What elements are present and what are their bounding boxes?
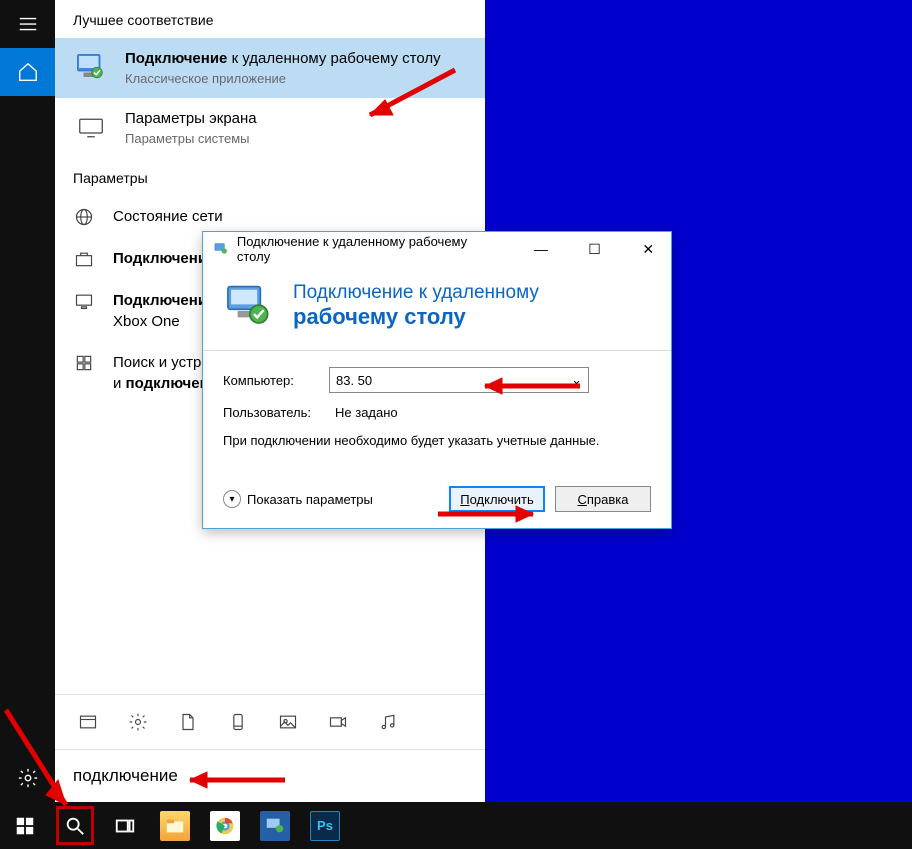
search-result-rdp[interactable]: Подключение к удаленному рабочему столу …	[55, 38, 485, 98]
show-parameters-toggle[interactable]: ▾ Показать параметры	[223, 490, 373, 508]
search-result-display-settings[interactable]: Параметры экрана Параметры системы	[55, 98, 485, 158]
user-label: Пользователь:	[223, 405, 319, 420]
parameters-header: Параметры	[55, 158, 485, 196]
search-result-title: Подключение к удаленному рабочему столу	[125, 50, 441, 67]
start-left-rail	[0, 0, 55, 802]
rdp-banner-line1: Подключение к удаленному	[293, 282, 539, 304]
settings-button[interactable]	[0, 754, 55, 802]
taskbar-app-photoshop[interactable]: Ps	[300, 802, 350, 849]
connect-button[interactable]: Подключить	[449, 486, 545, 512]
rdp-mini-icon	[213, 241, 229, 257]
search-taskbar-button[interactable]	[50, 802, 100, 849]
search-result-subtitle: Параметры системы	[125, 131, 257, 146]
computer-combobox[interactable]: 83. 50 ⌄	[329, 367, 589, 393]
taskbar-app-rdp[interactable]	[250, 802, 300, 849]
minimize-button[interactable]: —	[518, 232, 564, 266]
globe-icon	[73, 206, 95, 228]
user-value: Не задано	[329, 405, 398, 420]
rdp-app-icon	[73, 50, 109, 86]
home-button[interactable]	[0, 48, 55, 96]
filter-apps-icon[interactable]	[77, 711, 99, 733]
rdp-dialog: Подключение к удаленному рабочему столу …	[202, 231, 672, 529]
taskbar: Ps	[0, 802, 912, 849]
rdp-titlebar[interactable]: Подключение к удаленному рабочему столу …	[203, 232, 671, 266]
maximize-button[interactable]: ☐	[572, 232, 618, 266]
best-match-header: Лучшее соответствие	[55, 0, 485, 38]
help-button[interactable]: Справка	[555, 486, 651, 512]
search-result-subtitle: Классическое приложение	[125, 71, 441, 86]
rdp-banner-line2: рабочему столу	[293, 304, 539, 330]
tools-icon	[73, 352, 95, 374]
hamburger-button[interactable]	[0, 0, 55, 48]
close-button[interactable]: ✕	[625, 232, 671, 266]
taskbar-app-chrome[interactable]	[200, 802, 250, 849]
search-input[interactable]: подключение	[55, 749, 485, 802]
briefcase-icon	[73, 248, 95, 270]
chevron-down-icon: ▾	[223, 490, 241, 508]
filter-settings-icon[interactable]	[127, 711, 149, 733]
chevron-down-icon: ⌄	[571, 372, 582, 388]
rdp-hint: При подключении необходимо будет указать…	[223, 432, 651, 450]
filter-photos-icon[interactable]	[277, 711, 299, 733]
task-view-button[interactable]	[100, 802, 150, 849]
filter-music-icon[interactable]	[377, 711, 399, 733]
rdp-banner: Подключение к удаленному рабочему столу	[203, 266, 671, 351]
rdp-banner-icon	[223, 280, 275, 332]
filter-documents-icon[interactable]	[177, 711, 199, 733]
start-button[interactable]	[0, 802, 50, 849]
monitor-icon	[73, 110, 109, 146]
search-filter-row	[55, 694, 485, 749]
rdp-title-text: Подключение к удаленному рабочему столу	[237, 234, 502, 264]
computer-label: Компьютер:	[223, 373, 319, 388]
filter-videos-icon[interactable]	[327, 711, 349, 733]
search-result-title: Параметры экрана	[125, 110, 257, 127]
computer-value: 83. 50	[336, 373, 372, 388]
filter-web-icon[interactable]	[227, 711, 249, 733]
cast-icon	[73, 290, 95, 312]
taskbar-app-explorer[interactable]	[150, 802, 200, 849]
